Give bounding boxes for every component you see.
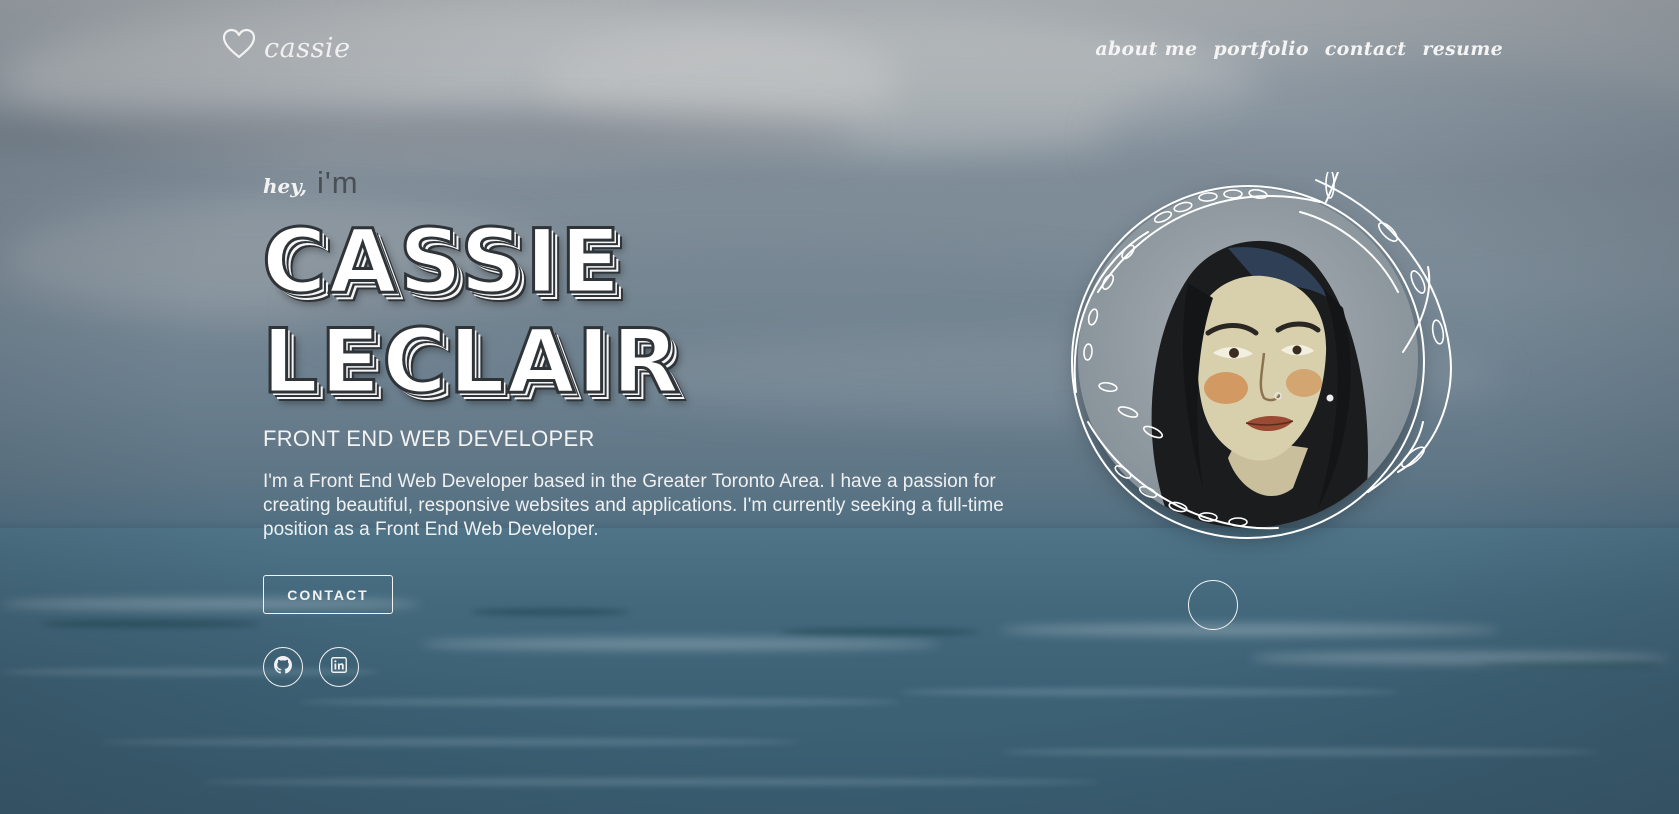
scroll-indicator-circle[interactable] xyxy=(1188,580,1238,630)
nav-resume[interactable]: resume xyxy=(1422,38,1503,60)
sea-background xyxy=(0,528,1679,814)
contact-button[interactable]: CONTACT xyxy=(263,575,393,614)
hero-page: cassie about me portfolio contact resume… xyxy=(0,0,1679,814)
bio-text: I'm a Front End Web Developer based in t… xyxy=(263,471,1004,540)
linkedin-link[interactable] xyxy=(319,647,359,687)
sky-cloud xyxy=(0,110,860,160)
name-first: CASSIE xyxy=(260,210,623,313)
nav-about-me[interactable]: about me xyxy=(1095,38,1197,60)
github-icon xyxy=(274,656,292,678)
greeting-im: i'm xyxy=(316,165,359,200)
greeting-hey: hey, xyxy=(263,174,307,198)
logo-text: cassie xyxy=(264,33,351,64)
site-logo[interactable]: cassie xyxy=(222,28,351,64)
name-last: LECLAIR xyxy=(260,310,682,413)
main-nav: about me portfolio contact resume xyxy=(1095,38,1503,60)
role-title: FRONT END WEB DEVELOPER xyxy=(263,426,595,451)
floral-wreath-frame xyxy=(1071,172,1452,539)
nav-contact[interactable]: contact xyxy=(1325,38,1407,60)
greeting: hey, i'm xyxy=(263,165,359,201)
linkedin-icon xyxy=(331,657,347,677)
heart-outline-icon xyxy=(222,28,256,60)
github-link[interactable] xyxy=(263,647,303,687)
portrait xyxy=(1068,172,1468,542)
nav-portfolio[interactable]: portfolio xyxy=(1213,38,1308,60)
